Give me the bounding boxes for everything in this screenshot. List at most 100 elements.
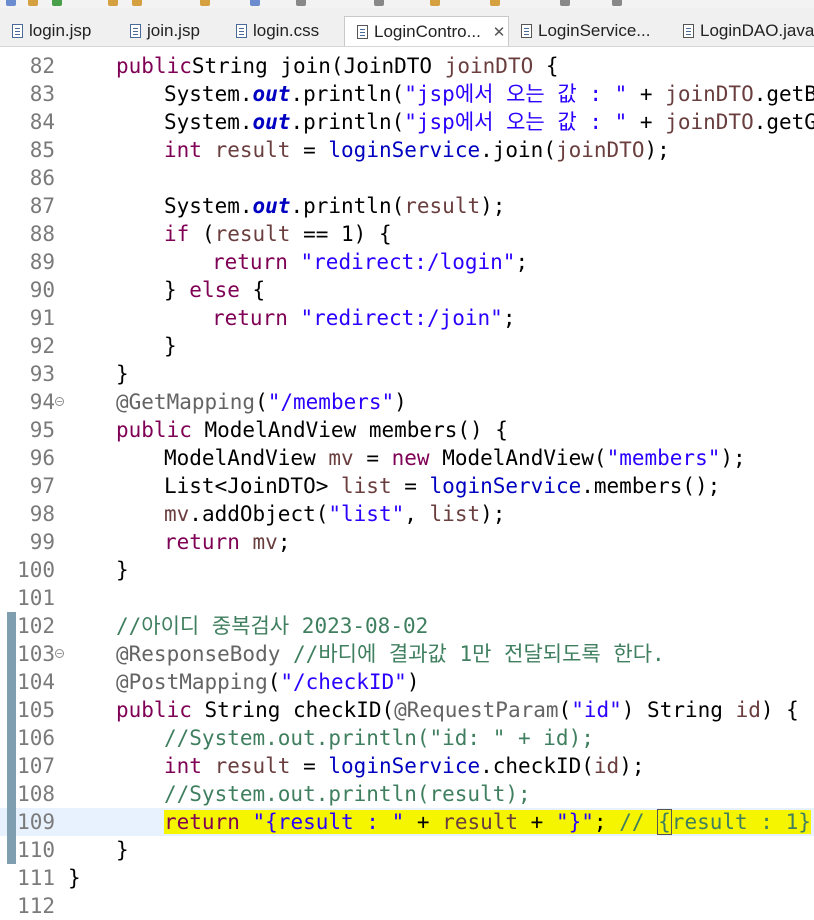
code-token: }	[116, 838, 129, 862]
code-token: +	[518, 810, 556, 834]
code-token: loginService	[429, 474, 582, 498]
code-text: }	[116, 836, 129, 864]
code-line[interactable]: 93}	[0, 360, 814, 388]
code-token: ;	[593, 810, 620, 834]
code-token: result	[214, 138, 291, 162]
line-number: 110	[17, 838, 55, 862]
close-icon[interactable]: ✕	[493, 23, 506, 41]
code-token: id	[593, 754, 620, 778]
jsp-file-icon	[130, 24, 141, 38]
tab-label: join.jsp	[147, 21, 200, 40]
toolbar-icon[interactable]	[560, 0, 570, 6]
code-token: =	[391, 474, 430, 498]
toolbar-icon[interactable]	[200, 0, 210, 6]
code-token: +	[627, 82, 666, 106]
code-text: if (result == 1) {	[164, 220, 392, 248]
toolbar-icon[interactable]	[132, 0, 142, 6]
code-token: else	[189, 278, 240, 302]
toolbar-icon[interactable]	[374, 0, 384, 6]
code-token: .checkID(	[480, 754, 594, 778]
code-line[interactable]: 110}	[0, 836, 814, 864]
code-line[interactable]: 108 //System.out.println(result);	[0, 780, 814, 808]
code-token: }	[68, 866, 81, 890]
code-line[interactable]: 111}	[0, 864, 814, 892]
code-token: joinDTO	[665, 82, 754, 106]
toolbar-icon[interactable]	[108, 0, 118, 6]
code-text: @ResponseBody //바디에 결과값 1만 전달되도록 한다.	[116, 640, 665, 668]
tab-label: LoginService...	[538, 21, 651, 40]
code-token: }	[116, 362, 129, 386]
tab-join-jsp[interactable]: join.jsp	[118, 16, 224, 46]
line-number: 95	[29, 418, 55, 442]
code-text: int result = loginService.checkID(id);	[164, 752, 645, 780]
code-line[interactable]: 101	[0, 584, 814, 612]
code-token: );	[644, 138, 670, 162]
code-editor[interactable]: 82 publicString join(JoinDTO joinDTO {83 S…	[0, 47, 814, 918]
code-line[interactable]: 86	[0, 164, 814, 192]
code-line[interactable]: 88 if (result == 1) {	[0, 220, 814, 248]
code-token: .getBi	[753, 82, 814, 106]
line-number: 101	[17, 586, 55, 610]
code-line[interactable]: 87 System.out.println(result);	[0, 192, 814, 220]
code-line[interactable]: 112	[0, 892, 814, 920]
toolbar-icon[interactable]	[28, 0, 38, 6]
code-text: return "redirect:/login";	[212, 248, 528, 276]
code-line[interactable]: 82 publicString join(JoinDTO joinDTO {	[0, 52, 814, 80]
code-line[interactable]: 102 //아이디 중복검사 2023-08-02	[0, 612, 814, 640]
toolbar-icon[interactable]	[6, 0, 16, 6]
tab-login-jsp[interactable]: login.jsp	[0, 16, 118, 46]
code-token: public	[116, 418, 192, 442]
code-line[interactable]: 94− @GetMapping("/members")	[0, 388, 814, 416]
code-token: String join(JoinDTO	[191, 54, 445, 78]
code-line[interactable]: 100}	[0, 556, 814, 584]
code-line[interactable]: 95 public ModelAndView members() {	[0, 416, 814, 444]
code-line[interactable]: 103− @ResponseBody //바디에 결과값 1만 전달되도록 한다.	[0, 640, 814, 668]
line-number: 87	[29, 194, 55, 218]
tab-login-dao[interactable]: LoginDAO.java	[671, 16, 814, 46]
toolbar-icon[interactable]	[296, 0, 306, 6]
code-line[interactable]: 106 //System.out.println("id: " + id);	[0, 724, 814, 752]
toolbar-icon[interactable]	[490, 0, 500, 6]
code-line[interactable]: 99 return mv;	[0, 528, 814, 556]
code-line[interactable]: 85 int result = loginService.join(joinDTO…	[0, 136, 814, 164]
line-number: 100	[17, 558, 55, 582]
code-token: == 1) {	[290, 222, 392, 246]
code-line[interactable]: 83 System.out.println("jsp에서 오는 값 : " + j…	[0, 80, 814, 108]
code-text: public ModelAndView members() {	[116, 416, 508, 444]
code-line[interactable]: 98 mv.addObject("list", list);	[0, 500, 814, 528]
line-number: 104	[17, 670, 55, 694]
code-token: loginService	[328, 754, 481, 778]
code-token: ModelAndView	[164, 446, 329, 470]
fold-toggle-icon[interactable]: −	[55, 649, 64, 658]
code-line[interactable]: 89 return "redirect:/login";	[0, 248, 814, 276]
editor-tab-bar: login.jsp join.jsp login.css LoginContro…	[0, 8, 814, 47]
code-token: System.	[164, 82, 253, 106]
code-token: "redirect:/login"	[300, 250, 516, 274]
code-line[interactable]: 90} else {	[0, 276, 814, 304]
line-number: 106	[17, 726, 55, 750]
code-text: int result = loginService.join(joinDTO);	[164, 136, 670, 164]
tab-login-css[interactable]: login.css	[224, 16, 344, 46]
toolbar-icon[interactable]	[430, 0, 440, 6]
tab-login-service[interactable]: LoginService...	[509, 16, 671, 46]
code-line[interactable]: 107 int result = loginService.checkID(id)…	[0, 752, 814, 780]
tab-login-controller[interactable]: LoginContro... ✕	[344, 16, 509, 46]
code-text: }	[116, 360, 129, 388]
code-line[interactable]: 104 @PostMapping("/checkID")	[0, 668, 814, 696]
toolbar-icon[interactable]	[52, 0, 62, 6]
code-line[interactable]: 109 return "{result : " + result + "}"; /…	[0, 808, 814, 836]
fold-toggle-icon[interactable]: −	[55, 397, 64, 406]
code-token: out	[252, 194, 291, 218]
code-token: "}"	[555, 810, 594, 834]
code-line[interactable]: 92}	[0, 332, 814, 360]
code-line[interactable]: 97 List<JoinDTO> list = loginService.memb…	[0, 472, 814, 500]
code-line[interactable]: 84 System.out.println("jsp에서 오는 값 : " + j…	[0, 108, 814, 136]
code-token: String checkID(	[191, 698, 395, 722]
code-line[interactable]: 91 return "redirect:/join";	[0, 304, 814, 332]
toolbar-icon[interactable]	[250, 0, 260, 6]
code-line[interactable]: 96 ModelAndView mv = new ModelAndView("me…	[0, 444, 814, 472]
code-line[interactable]: 105 public String checkID(@RequestParam("…	[0, 696, 814, 724]
toolbar-icon[interactable]	[612, 0, 622, 6]
